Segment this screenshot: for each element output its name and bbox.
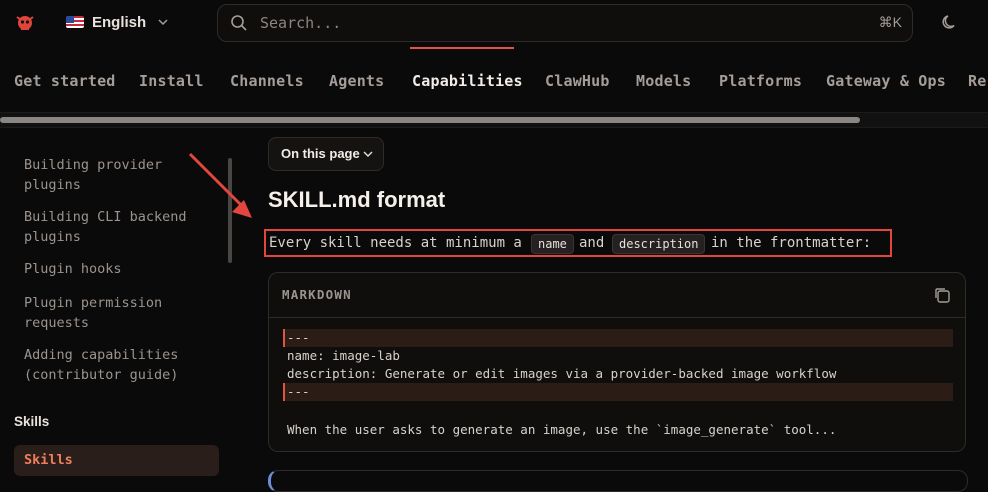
code-body: --- name: image-lab description: Generat… — [269, 317, 965, 452]
top-tabs: Get started Install Channels Agents Capa… — [0, 62, 988, 102]
code-line: --- — [287, 330, 310, 345]
sidebar-item-adding-capabilities[interactable]: Adding capabilities (contributor guide) — [24, 345, 214, 385]
tab-get-started[interactable]: Get started — [14, 72, 116, 90]
tab-models[interactable]: Models — [636, 72, 691, 90]
code-line: When the user asks to generate an image,… — [287, 422, 837, 437]
chevron-down-icon — [363, 151, 373, 157]
search-shortcut: ⌘K — [878, 14, 902, 30]
tab-more[interactable]: Re — [968, 72, 986, 90]
next-callout — [268, 470, 968, 492]
section-heading: SKILL.md format — [268, 187, 446, 212]
sidebar-item-plugin-hooks[interactable]: Plugin hooks — [24, 259, 214, 279]
chevron-down-icon — [158, 19, 168, 26]
language-label: English — [92, 13, 147, 31]
sidebar-item-skills[interactable]: Skills — [14, 445, 219, 476]
active-tab-indicator — [410, 47, 514, 49]
us-flag-icon — [66, 16, 84, 28]
paragraph-text: Every skill needs at minimum a — [269, 235, 522, 251]
highlighted-paragraph: Every skill needs at minimum a name and … — [264, 229, 892, 257]
inline-code-description: description — [612, 234, 706, 254]
tab-agents[interactable]: Agents — [329, 72, 384, 90]
code-block: MARKDOWN --- name: image-lab description… — [268, 272, 966, 452]
search-placeholder: Search... — [260, 14, 342, 32]
lobster-logo-icon[interactable] — [14, 11, 36, 33]
search-input[interactable]: Search... ⌘K — [217, 4, 913, 42]
on-this-page-label: On this page — [281, 146, 360, 161]
scrollbar-thumb[interactable] — [0, 117, 860, 123]
code-line: --- — [287, 384, 310, 399]
sidebar-item-label: Skills — [24, 452, 73, 468]
moon-icon[interactable] — [941, 13, 959, 31]
tab-install[interactable]: Install — [139, 72, 204, 90]
tab-channels[interactable]: Channels — [230, 72, 304, 90]
code-language-label: MARKDOWN — [282, 287, 352, 302]
highlighted-line — [283, 383, 953, 401]
sidebar-item-plugin-permission-requests[interactable]: Plugin permission requests — [24, 293, 214, 333]
sidebar-section-skills: Skills — [14, 414, 50, 429]
copy-icon[interactable] — [933, 286, 951, 304]
search-icon — [231, 15, 247, 31]
annotation-arrow-icon — [188, 152, 252, 218]
paragraph-text: in the frontmatter: — [711, 235, 872, 251]
code-line: description: Generate or edit images via… — [287, 366, 837, 381]
tab-clawhub[interactable]: ClawHub — [545, 72, 610, 90]
language-selector[interactable]: English — [66, 10, 168, 34]
tab-gateway-ops[interactable]: Gateway & Ops — [826, 72, 946, 90]
paragraph-text: and — [579, 235, 605, 251]
inline-code-name: name — [531, 234, 574, 254]
top-bar: English Search... ⌘K — [0, 0, 988, 44]
code-line: name: image-lab — [287, 348, 400, 363]
on-this-page-button[interactable]: On this page — [268, 137, 384, 171]
highlighted-line — [283, 329, 953, 347]
horizontal-scrollbar[interactable] — [0, 112, 988, 128]
tab-platforms[interactable]: Platforms — [719, 72, 802, 90]
tab-capabilities[interactable]: Capabilities — [412, 72, 523, 90]
